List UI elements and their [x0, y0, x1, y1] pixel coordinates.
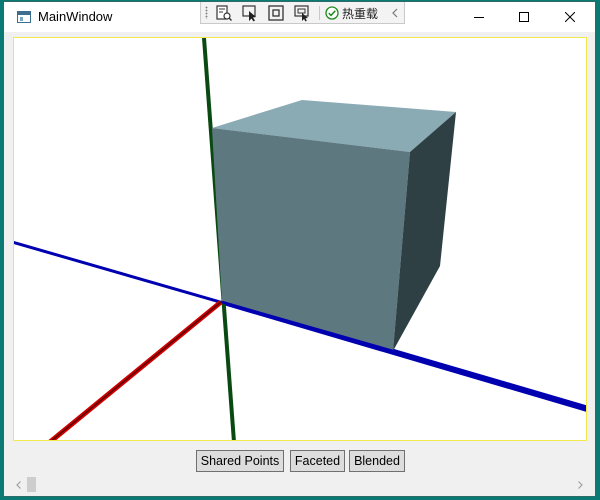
cube [212, 100, 456, 351]
close-icon [565, 12, 575, 22]
shared-points-button[interactable]: Shared Points [196, 450, 284, 472]
maximize-button[interactable] [501, 2, 547, 32]
hot-reload-label: 热重载 [342, 6, 379, 21]
minimize-button[interactable] [456, 2, 502, 32]
scroll-track[interactable] [27, 476, 571, 493]
blended-button[interactable]: Blended [349, 450, 405, 472]
cube-front-face [212, 128, 410, 351]
main-window: MainWindow 热重载 Shared Points Faceted Ble… [3, 1, 596, 497]
app-icon [17, 11, 31, 23]
shading-mode-buttons: Shared Points Faceted Blended [4, 450, 595, 474]
collapse-toolbar-button[interactable] [389, 6, 401, 20]
toolbar-separator [319, 6, 320, 20]
chevron-left-icon [15, 480, 21, 489]
close-button[interactable] [547, 2, 593, 32]
wpf-devtools-toolbar: 热重载 [200, 2, 405, 24]
scroll-right-button[interactable] [571, 476, 588, 493]
minimize-icon [474, 17, 484, 18]
maximize-icon [519, 12, 529, 22]
check-circle-icon [325, 6, 339, 20]
chevron-left-icon [392, 8, 398, 18]
hot-reload-button[interactable]: 热重载 [325, 5, 378, 21]
faceted-button[interactable]: Faceted [290, 450, 345, 472]
track-focus-icon[interactable] [293, 4, 311, 22]
display-layout-adorners-icon[interactable] [267, 4, 285, 22]
horizontal-scrollbar[interactable] [10, 476, 588, 493]
3d-viewport[interactable] [13, 37, 587, 441]
toolbar-grip[interactable] [205, 6, 208, 19]
chevron-right-icon [577, 480, 583, 489]
window-title: MainWindow [38, 9, 113, 24]
title-bar[interactable]: MainWindow 热重载 [4, 2, 595, 32]
live-visual-tree-icon[interactable] [215, 4, 233, 22]
select-element-icon[interactable] [241, 4, 259, 22]
scroll-left-button[interactable] [10, 476, 27, 493]
scroll-thumb[interactable] [27, 477, 36, 492]
